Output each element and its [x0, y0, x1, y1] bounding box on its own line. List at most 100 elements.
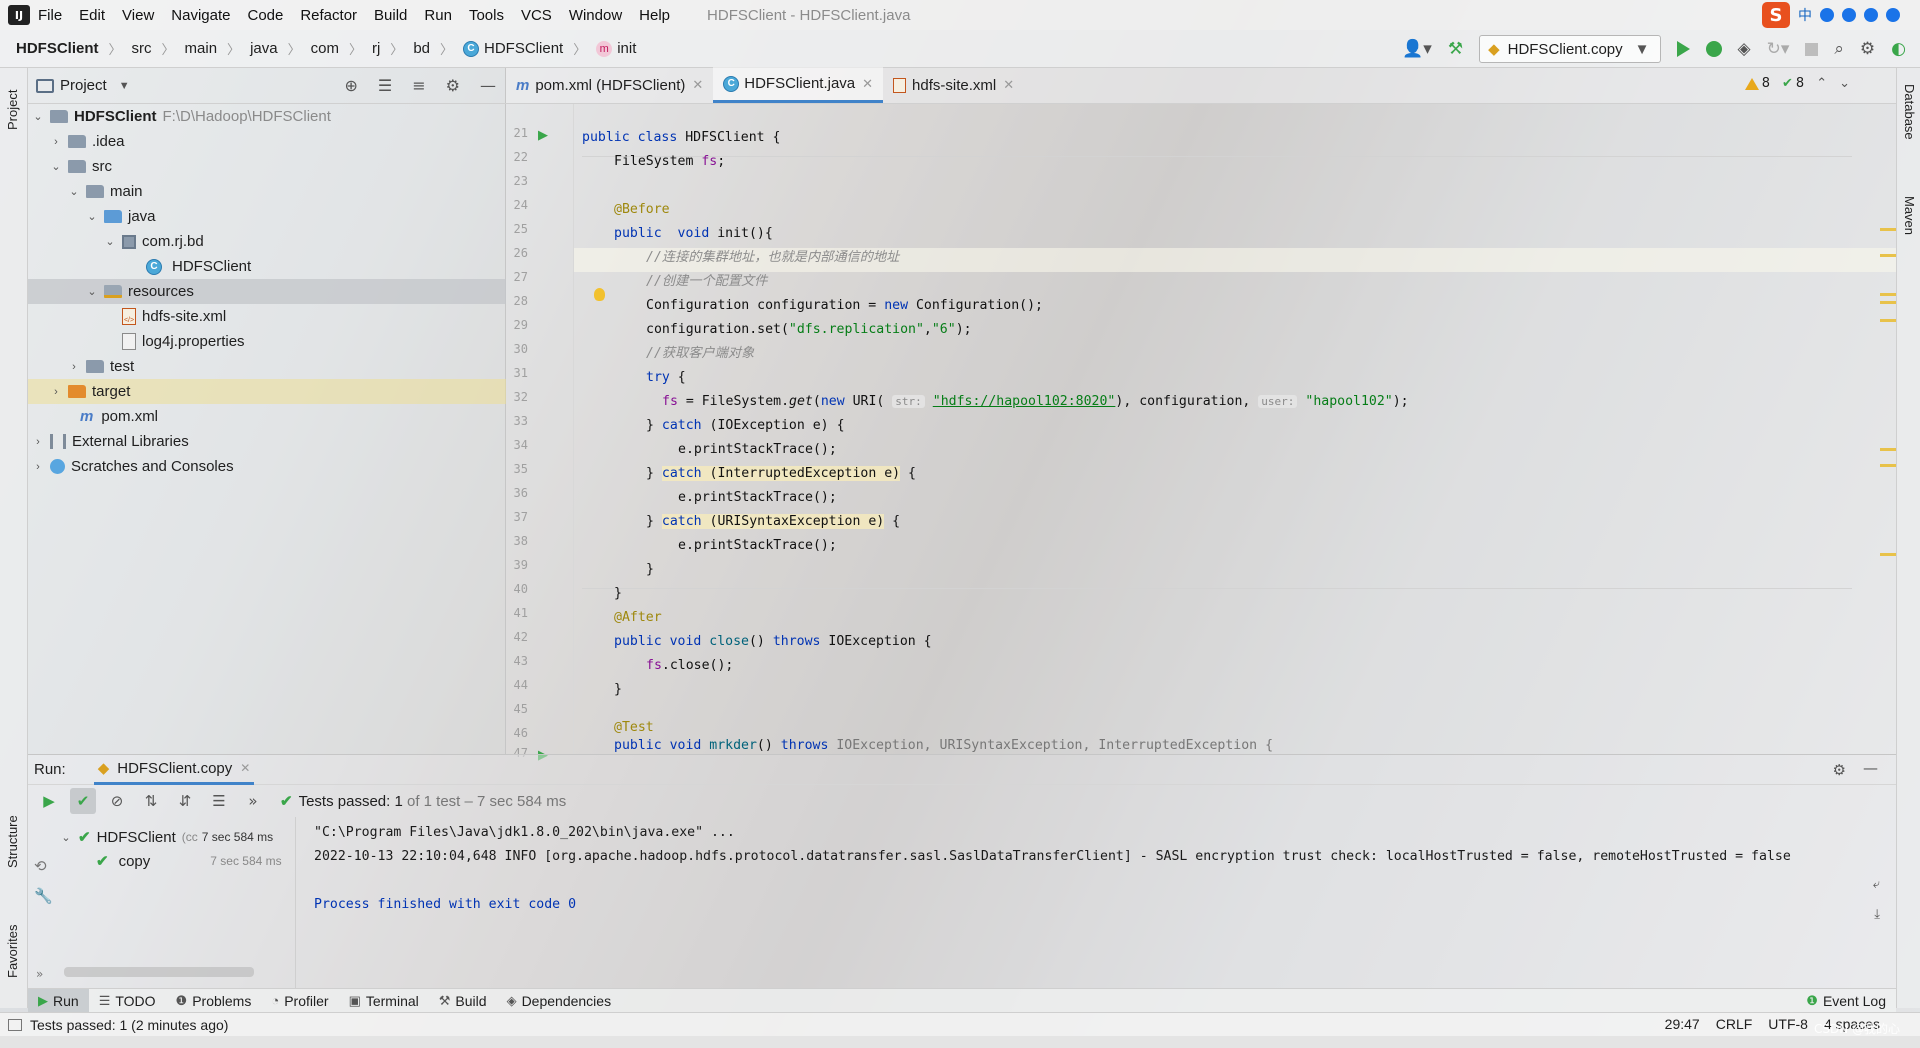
close-icon[interactable]: ✕	[240, 761, 250, 775]
collapse-arrow-icon[interactable]: ⌄	[60, 831, 72, 844]
checks-count[interactable]: ✔ 8	[1782, 76, 1804, 91]
settings-gear-icon[interactable]: ⚙	[446, 76, 460, 95]
tree-node-java[interactable]: ⌄ java	[28, 204, 506, 229]
collapse-all-icon[interactable]: ≡	[412, 76, 425, 95]
tab-hdfs-site-xml[interactable]: hdfs-site.xml ✕	[883, 67, 1024, 103]
tree-node-target[interactable]: › target	[28, 379, 506, 404]
project-view-select[interactable]: Project ▼	[36, 77, 130, 94]
code-line-41[interactable]: @After	[614, 606, 662, 630]
previous-highlight-icon[interactable]: ⌃	[1816, 76, 1827, 91]
tool-tab-profiler[interactable]: ◔ Profiler	[261, 989, 338, 1013]
breadcrumb-bd[interactable]: bd	[413, 40, 430, 57]
code-line-29[interactable]: configuration.set("dfs.replication","6")…	[646, 318, 972, 342]
menu-run[interactable]: Run	[424, 7, 452, 24]
code-line-22[interactable]: FileSystem fs;	[614, 150, 725, 174]
tree-node-idea[interactable]: › .idea	[28, 129, 506, 154]
sort-by-duration-icon[interactable]: ⇵	[172, 788, 198, 814]
scrollbar-warning-mark[interactable]	[1880, 464, 1896, 467]
tool-tab-todo[interactable]: ☰ TODO	[89, 989, 166, 1013]
structure-tool-tab[interactable]: Structure	[5, 815, 20, 868]
ime-voice-icon[interactable]	[1842, 8, 1856, 22]
breadcrumb-method[interactable]: m init	[596, 40, 636, 57]
expand-arrow-icon[interactable]: ›	[50, 136, 62, 148]
code-line-24[interactable]: @Before	[614, 198, 670, 222]
tree-node-pom[interactable]: m pom.xml	[28, 404, 506, 429]
tree-node-hdfs-site[interactable]: </> hdfs-site.xml	[28, 304, 506, 329]
collapse-arrow-icon[interactable]: ⌄	[86, 210, 98, 223]
code-line-33[interactable]: } catch (IOException e) {	[646, 414, 845, 438]
expand-arrow-icon[interactable]: ›	[68, 361, 80, 373]
breadcrumb-rj[interactable]: rj	[372, 40, 380, 57]
sogou-ime-icon[interactable]: S	[1762, 2, 1790, 28]
show-ignored-icon[interactable]: ⊘	[104, 788, 130, 814]
tool-tab-terminal[interactable]: ▣ Terminal	[339, 989, 429, 1013]
scrollbar-warning-mark[interactable]	[1880, 553, 1896, 556]
breadcrumb-com[interactable]: com	[311, 40, 339, 57]
tree-node-resources[interactable]: ⌄ resources	[28, 279, 506, 304]
code-line-39[interactable]: }	[646, 558, 654, 582]
menu-view[interactable]: View	[122, 7, 154, 24]
menu-navigate[interactable]: Navigate	[171, 7, 230, 24]
menu-file[interactable]: File	[38, 7, 62, 24]
scrollbar-warning-mark[interactable]	[1880, 301, 1896, 304]
code-line-40[interactable]: }	[614, 582, 622, 606]
ime-skin-icon[interactable]	[1886, 8, 1900, 22]
tree-node-main[interactable]: ⌄ main	[28, 179, 506, 204]
search-icon[interactable]: ⌕	[1834, 39, 1844, 59]
tab-hdfsclient-java[interactable]: C HDFSClient.java ✕	[713, 67, 884, 103]
code-line-43[interactable]: fs.close();	[646, 654, 733, 678]
rerun-icon[interactable]: ▶	[36, 788, 62, 814]
more-actions-icon[interactable]: »	[240, 788, 266, 814]
test-node-method[interactable]: ✔ copy 7 sec 584 ms	[96, 849, 282, 873]
expand-arrow-icon[interactable]: ›	[50, 386, 62, 398]
settings-gear-icon[interactable]: ⚙	[1860, 39, 1875, 59]
menu-build[interactable]: Build	[374, 7, 407, 24]
intention-bulb-icon[interactable]	[594, 288, 605, 301]
code-line-30[interactable]: //获取客户端对象	[646, 342, 754, 366]
inspection-widget[interactable]: 8 ✔ 8 ⌃ ⌄	[1744, 76, 1850, 91]
code-line-25[interactable]: public void init(){	[614, 222, 773, 246]
expand-arrow-icon[interactable]: ›	[32, 436, 44, 448]
tree-node-class[interactable]: C HDFSClient	[28, 254, 506, 279]
run-tab-hdfsclient-copy[interactable]: ◆ HDFSClient.copy ✕	[93, 755, 255, 785]
menu-help[interactable]: Help	[639, 7, 670, 24]
code-line-37[interactable]: } catch (URISyntaxException e) {	[646, 510, 900, 534]
collapse-arrow-icon[interactable]: ⌄	[104, 235, 116, 248]
database-tool-tab[interactable]: Database	[1902, 84, 1917, 140]
scrollbar-warning-mark[interactable]	[1880, 319, 1896, 322]
tree-node-scratches[interactable]: › Scratches and Consoles	[28, 454, 506, 479]
scroll-to-end-icon[interactable]: ⤓	[1874, 907, 1880, 922]
expand-all-icon[interactable]: ☰	[206, 788, 232, 814]
scrollbar-warning-mark[interactable]	[1880, 448, 1896, 451]
breadcrumb-src[interactable]: src	[132, 40, 152, 57]
menu-code[interactable]: Code	[247, 7, 283, 24]
tree-node-package[interactable]: ⌄ com.rj.bd	[28, 229, 506, 254]
run-icon[interactable]	[1676, 41, 1690, 57]
settings-gear-icon[interactable]: ⚙	[1833, 761, 1846, 779]
run-with-coverage-icon[interactable]: ◈	[1738, 39, 1751, 59]
breadcrumb-class[interactable]: C HDFSClient	[463, 40, 563, 57]
breadcrumb-project[interactable]: HDFSClient	[16, 40, 99, 57]
breadcrumb-main[interactable]: main	[185, 40, 218, 57]
collapse-arrow-icon[interactable]: ⌄	[68, 185, 80, 198]
scrollbar-warning-mark[interactable]	[1880, 228, 1896, 231]
next-highlight-icon[interactable]: ⌄	[1839, 76, 1850, 91]
stop-icon[interactable]	[1805, 42, 1819, 56]
code-line-38[interactable]: e.printStackTrace();	[678, 534, 837, 558]
profiler-icon[interactable]: ↻▾	[1767, 39, 1790, 59]
project-tool-tab[interactable]: Project	[5, 90, 20, 130]
close-icon[interactable]: ✕	[692, 77, 703, 93]
code-line-31[interactable]: try {	[646, 366, 686, 390]
toggle-tool-windows-icon[interactable]	[8, 1018, 22, 1031]
tool-tab-run[interactable]: ▶ Run	[28, 988, 89, 1013]
code-line-47[interactable]: public void mrkder() throws IOException,…	[614, 736, 1273, 754]
maven-tool-tab[interactable]: Maven	[1902, 196, 1917, 235]
menu-edit[interactable]: Edit	[79, 7, 105, 24]
run-configuration-select[interactable]: ◆ HDFSClient.copy ▼	[1479, 35, 1661, 63]
menu-vcs[interactable]: VCS	[521, 7, 552, 24]
tab-pom-xml[interactable]: m pom.xml (HDFSClient) ✕	[506, 67, 713, 103]
scrollbar-warning-mark[interactable]	[1880, 254, 1896, 257]
tree-node-root[interactable]: ⌄ HDFSClient F:\D\Hadoop\HDFSClient	[28, 104, 506, 129]
ime-emoji-icon[interactable]	[1820, 8, 1834, 22]
close-icon[interactable]: ✕	[1003, 77, 1014, 93]
